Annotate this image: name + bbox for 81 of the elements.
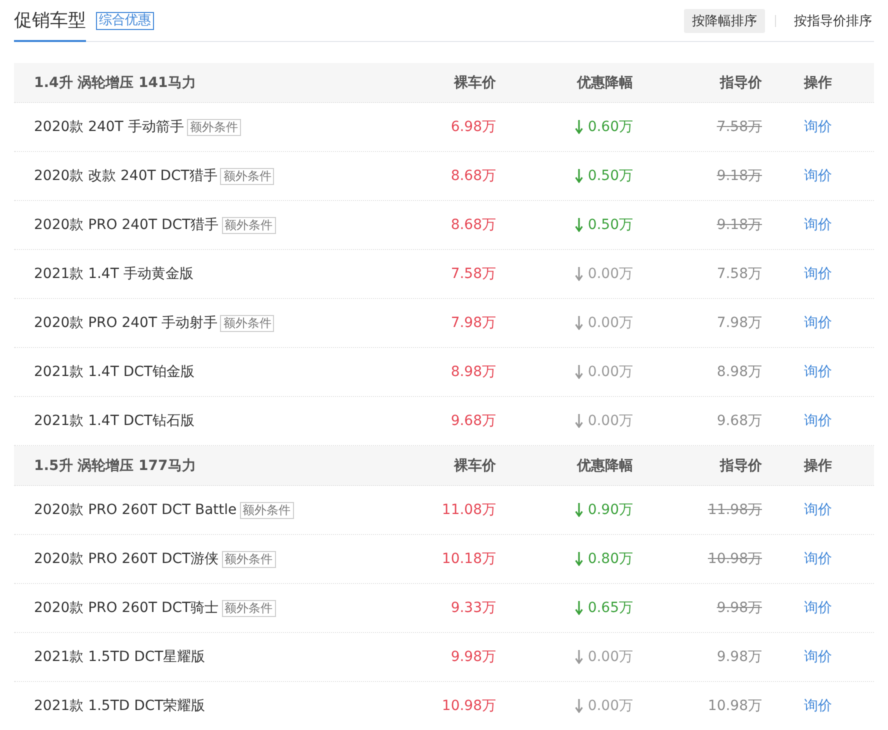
model-name: 2020款 PRO 260T DCT游侠 bbox=[34, 550, 219, 568]
inquiry-link[interactable]: 询价 bbox=[804, 363, 832, 381]
condition-tag: 额外条件 bbox=[220, 168, 274, 184]
inquiry-link[interactable]: 询价 bbox=[804, 412, 832, 430]
model-name: 2020款 改款 240T DCT猎手 bbox=[34, 167, 218, 185]
inquiry-link[interactable]: 询价 bbox=[804, 697, 832, 715]
model-name: 2020款 PRO 260T DCT Battle bbox=[34, 501, 237, 519]
sort-button[interactable]: 按降幅排序 bbox=[684, 8, 765, 32]
discount-cell: 0.65万 bbox=[588, 599, 633, 617]
model-name: 2020款 PRO 240T DCT猎手 bbox=[34, 216, 219, 234]
column-header: 裸车价 bbox=[452, 74, 496, 92]
guide-price-cell-text: 9.68万 bbox=[716, 412, 762, 430]
price-cell-text: 9.68万 bbox=[450, 412, 496, 430]
price-cell-text: 8.68万 bbox=[450, 216, 496, 234]
guide-price-cell-text: 9.18万 bbox=[716, 167, 762, 185]
model-name: 2021款 1.4T 手动黄金版 bbox=[34, 265, 194, 283]
model-name: 2021款 1.5TD DCT荣耀版 bbox=[34, 697, 206, 715]
inquiry-link[interactable]: 询价 bbox=[804, 216, 832, 234]
price-cell-text: 8.98万 bbox=[450, 363, 496, 381]
model-name: 2020款 240T 手动箭手 bbox=[34, 118, 184, 136]
discount-badge: 综合优惠 bbox=[96, 12, 154, 30]
engine-title: 1.4升 涡轮增压 141马力 bbox=[33, 74, 197, 92]
discount-cell: 0.00万 bbox=[588, 412, 633, 430]
guide-price-cell-text: 7.98万 bbox=[716, 314, 762, 332]
inquiry-link[interactable]: 询价 bbox=[804, 265, 832, 283]
condition-tag: 额外条件 bbox=[222, 216, 276, 234]
discount-cell: 0.00万 bbox=[588, 265, 633, 283]
discount-cell: 0.50万 bbox=[588, 216, 633, 234]
column-header: 优惠降幅 bbox=[576, 74, 633, 92]
price-cell-text: 11.08万 bbox=[440, 501, 496, 519]
price-cell-text: 10.98万 bbox=[440, 697, 496, 715]
model-name: 2021款 1.4T DCT铂金版 bbox=[34, 363, 194, 381]
inquiry-link[interactable]: 询价 bbox=[804, 118, 832, 136]
guide-price-cell-text: 9.98万 bbox=[716, 648, 762, 666]
price-cell-text: 10.18万 bbox=[440, 550, 496, 568]
section-tab[interactable]: 促销车型 bbox=[14, 0, 86, 42]
price-cell-text: 9.33万 bbox=[450, 599, 496, 617]
discount-cell: 0.00万 bbox=[588, 314, 633, 332]
engine-title: 1.5升 涡轮增压 177马力 bbox=[33, 456, 197, 474]
model-name: 2020款 PRO 240T 手动射手 bbox=[34, 314, 218, 332]
inquiry-link[interactable]: 询价 bbox=[804, 648, 832, 666]
inquiry-link[interactable]: 询价 bbox=[804, 550, 832, 568]
column-header: 指导价 bbox=[718, 456, 762, 474]
price-cell-text: 7.98万 bbox=[450, 314, 496, 332]
price-cell-text: 9.98万 bbox=[450, 648, 496, 666]
discount-cell: 0.00万 bbox=[588, 648, 633, 666]
guide-price-cell-text: 9.98万 bbox=[716, 599, 762, 617]
discount-cell: 0.80万 bbox=[588, 550, 633, 568]
model-name: 2021款 1.4T DCT钻石版 bbox=[34, 412, 194, 430]
condition-tag: 额外条件 bbox=[186, 118, 241, 136]
column-header: 操作 bbox=[802, 74, 833, 92]
column-header: 优惠降幅 bbox=[576, 456, 633, 474]
condition-tag: 额外条件 bbox=[222, 600, 276, 616]
condition-tag: 额外条件 bbox=[220, 314, 274, 332]
price-cell-text: 8.68万 bbox=[450, 167, 496, 185]
discount-cell: 0.00万 bbox=[588, 697, 633, 715]
column-header: 指导价 bbox=[718, 74, 762, 92]
guide-price-cell-text: 7.58万 bbox=[716, 118, 762, 136]
model-name: 2021款 1.5TD DCT星耀版 bbox=[34, 648, 206, 666]
inquiry-link[interactable]: 询价 bbox=[804, 501, 832, 519]
inquiry-link[interactable]: 询价 bbox=[804, 314, 832, 332]
inquiry-link[interactable]: 询价 bbox=[804, 599, 832, 617]
model-name: 2020款 PRO 260T DCT骑士 bbox=[34, 599, 219, 617]
sort-button[interactable]: 按指导价排序 bbox=[786, 8, 880, 32]
inquiry-link[interactable]: 询价 bbox=[804, 167, 832, 185]
price-cell-text: 7.58万 bbox=[450, 265, 496, 283]
discount-cell: 0.50万 bbox=[588, 167, 633, 185]
guide-price-cell-text: 9.18万 bbox=[716, 216, 762, 234]
condition-tag: 额外条件 bbox=[222, 550, 276, 568]
guide-price-cell-text: 7.58万 bbox=[716, 265, 762, 283]
guide-price-cell-text: 10.98万 bbox=[706, 550, 762, 568]
column-header: 操作 bbox=[802, 456, 833, 474]
column-header: 裸车价 bbox=[452, 456, 496, 474]
discount-cell: 0.00万 bbox=[588, 363, 633, 381]
discount-cell: 0.60万 bbox=[588, 118, 633, 136]
discount-cell: 0.90万 bbox=[588, 501, 633, 519]
guide-price-cell-text: 10.98万 bbox=[706, 697, 762, 715]
guide-price-cell-text: 8.98万 bbox=[716, 363, 762, 381]
price-cell-text: 6.98万 bbox=[450, 118, 496, 136]
guide-price-cell-text: 11.98万 bbox=[706, 501, 762, 519]
condition-tag: 额外条件 bbox=[240, 502, 294, 518]
